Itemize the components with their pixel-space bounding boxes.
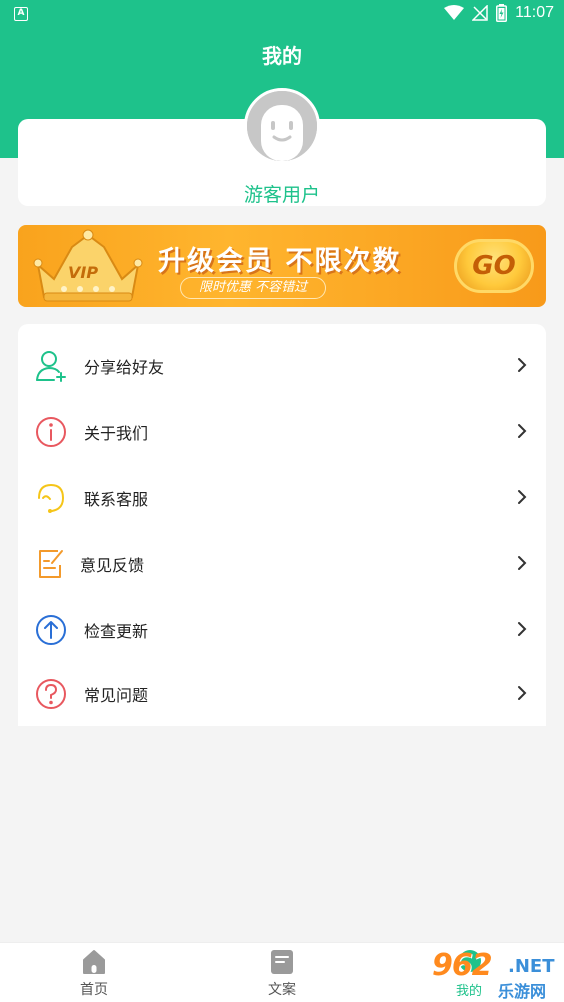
site-watermark: 我的 962 .NET 乐游网 (426, 946, 564, 1002)
chevron-right-icon (518, 556, 527, 570)
menu-item-customer-service[interactable]: 联系客服 (18, 464, 546, 530)
vip-headline: 升级会员 不限次数 (158, 246, 402, 277)
wifi-icon (444, 5, 465, 20)
page-title: 我的 (262, 44, 302, 68)
tab-copywriting[interactable]: 文案 (222, 943, 342, 1002)
vip-subline: 限时优惠 不容错过 (180, 277, 327, 299)
username[interactable]: 游客用户 (0, 180, 564, 207)
default-avatar-icon[interactable] (244, 88, 320, 164)
watermark-domain: .NET (508, 956, 555, 977)
home-icon (83, 950, 105, 974)
menu-item-label: 检查更新 (84, 622, 149, 641)
question-icon (36, 679, 66, 709)
menu-item-feedback[interactable]: 意见反馈 (18, 530, 546, 596)
menu-item-check-update[interactable]: 检查更新 (18, 596, 546, 662)
chevron-right-icon (518, 490, 527, 504)
share-friend-icon (36, 351, 66, 382)
menu-item-faq[interactable]: 常见问题 (18, 660, 546, 726)
vip-badge-text: VIP (68, 263, 99, 282)
notification-app-icon: A (14, 7, 28, 21)
menu-item-label: 意见反馈 (80, 556, 145, 575)
document-icon (271, 950, 293, 974)
go-button[interactable]: GO (454, 239, 534, 293)
feedback-icon (39, 550, 63, 578)
menu-item-label: 联系客服 (84, 490, 149, 509)
status-time: 11:07 (515, 4, 554, 21)
vip-upgrade-banner[interactable]: VIP 升级会员 不限次数 限时优惠 不容错过 GO (18, 225, 546, 307)
watermark-number: 962 (432, 948, 493, 983)
update-icon (36, 615, 66, 645)
battery-icon (496, 4, 508, 22)
menu-item-label: 分享给好友 (84, 358, 165, 377)
customer-service-icon (38, 483, 65, 513)
status-bar: A 11:07 (0, 0, 564, 30)
chevron-right-icon (518, 358, 527, 372)
chevron-right-icon (518, 622, 527, 636)
menu-item-about[interactable]: 关于我们 (18, 398, 546, 464)
watermark-site-name: 乐游网 (498, 982, 547, 1001)
menu-list: 分享给好友 关于我们 联系客服 意见反馈 检查更新 常见问题 (18, 324, 546, 726)
menu-item-label: 常见问题 (84, 686, 149, 705)
tab-home[interactable]: 首页 (34, 943, 154, 1002)
system-icons: 11:07 (444, 4, 554, 22)
tab-label: 首页 (80, 982, 108, 998)
tab-label: 文案 (268, 982, 296, 998)
info-icon (36, 417, 66, 447)
chevron-right-icon (518, 424, 527, 438)
no-signal-icon (472, 5, 488, 21)
menu-item-label: 关于我们 (84, 424, 149, 443)
menu-item-share[interactable]: 分享给好友 (18, 332, 546, 398)
chevron-right-icon (518, 686, 527, 700)
